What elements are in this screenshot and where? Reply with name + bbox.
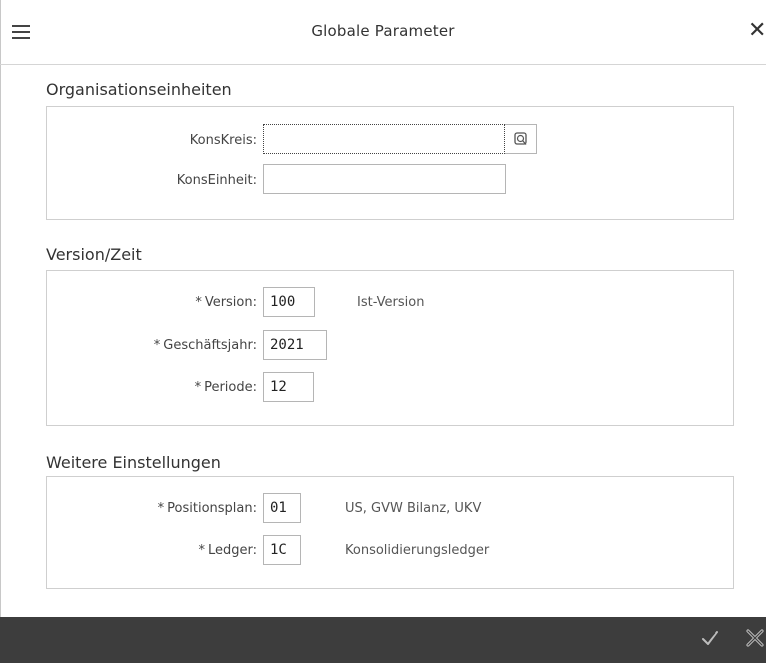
ledger-input[interactable] bbox=[263, 535, 301, 565]
required-marker: * bbox=[157, 501, 165, 516]
version-input[interactable] bbox=[263, 287, 315, 317]
periode-input[interactable] bbox=[263, 372, 314, 402]
required-marker: * bbox=[153, 338, 161, 353]
cancel-icon bbox=[746, 629, 764, 647]
section-title-weitere-einstellungen: Weitere Einstellungen bbox=[46, 453, 221, 472]
ledger-description: Konsolidierungsledger bbox=[345, 543, 490, 558]
konskreis-value-help-button[interactable] bbox=[505, 124, 537, 154]
konskreis-input[interactable] bbox=[263, 124, 505, 154]
section-organisationseinheiten: KonsKreis: KonsEinheit: bbox=[46, 106, 734, 220]
close-icon[interactable]: ✕ bbox=[748, 16, 766, 46]
positionsplan-label: * Positionsplan: bbox=[157, 501, 257, 516]
geschaeftsjahr-input[interactable] bbox=[263, 330, 327, 360]
dialog-footer bbox=[0, 617, 766, 663]
cancel-button[interactable] bbox=[745, 628, 765, 652]
section-weitere-einstellungen: *Positionsplan: US, GVW Bilanz, UKV *Led… bbox=[46, 476, 734, 589]
confirm-button[interactable] bbox=[700, 628, 720, 652]
version-label: * Version: bbox=[195, 295, 257, 310]
value-help-icon bbox=[514, 132, 527, 145]
dialog-window: Globale Parameter ✕ Organisationseinheit… bbox=[0, 0, 766, 663]
section-title-organisationseinheiten: Organisationseinheiten bbox=[46, 80, 232, 99]
konseinheit-input[interactable] bbox=[263, 164, 506, 194]
dialog-title: Globale Parameter bbox=[311, 22, 455, 40]
periode-label: * Periode: bbox=[194, 380, 257, 395]
positionsplan-input[interactable] bbox=[263, 493, 301, 523]
ledger-label: * Ledger: bbox=[198, 543, 257, 558]
section-version-zeit: *Version: Ist-Version *Geschäftsjahr: *P… bbox=[46, 270, 734, 426]
konskreis-label: KonsKreis: bbox=[189, 133, 257, 148]
section-title-version-zeit: Version/Zeit bbox=[46, 245, 142, 264]
konseinheit-label: KonsEinheit: bbox=[176, 173, 257, 188]
dialog-left-border bbox=[0, 0, 1, 617]
checkmark-icon bbox=[702, 631, 718, 645]
required-marker: * bbox=[198, 543, 205, 558]
required-marker: * bbox=[194, 380, 202, 395]
geschaeftsjahr-label: * Geschäftsjahr: bbox=[153, 338, 257, 353]
required-marker: * bbox=[195, 295, 202, 310]
dialog-header: Globale Parameter ✕ bbox=[0, 0, 766, 65]
positionsplan-description: US, GVW Bilanz, UKV bbox=[345, 501, 482, 516]
version-description: Ist-Version bbox=[357, 295, 425, 310]
